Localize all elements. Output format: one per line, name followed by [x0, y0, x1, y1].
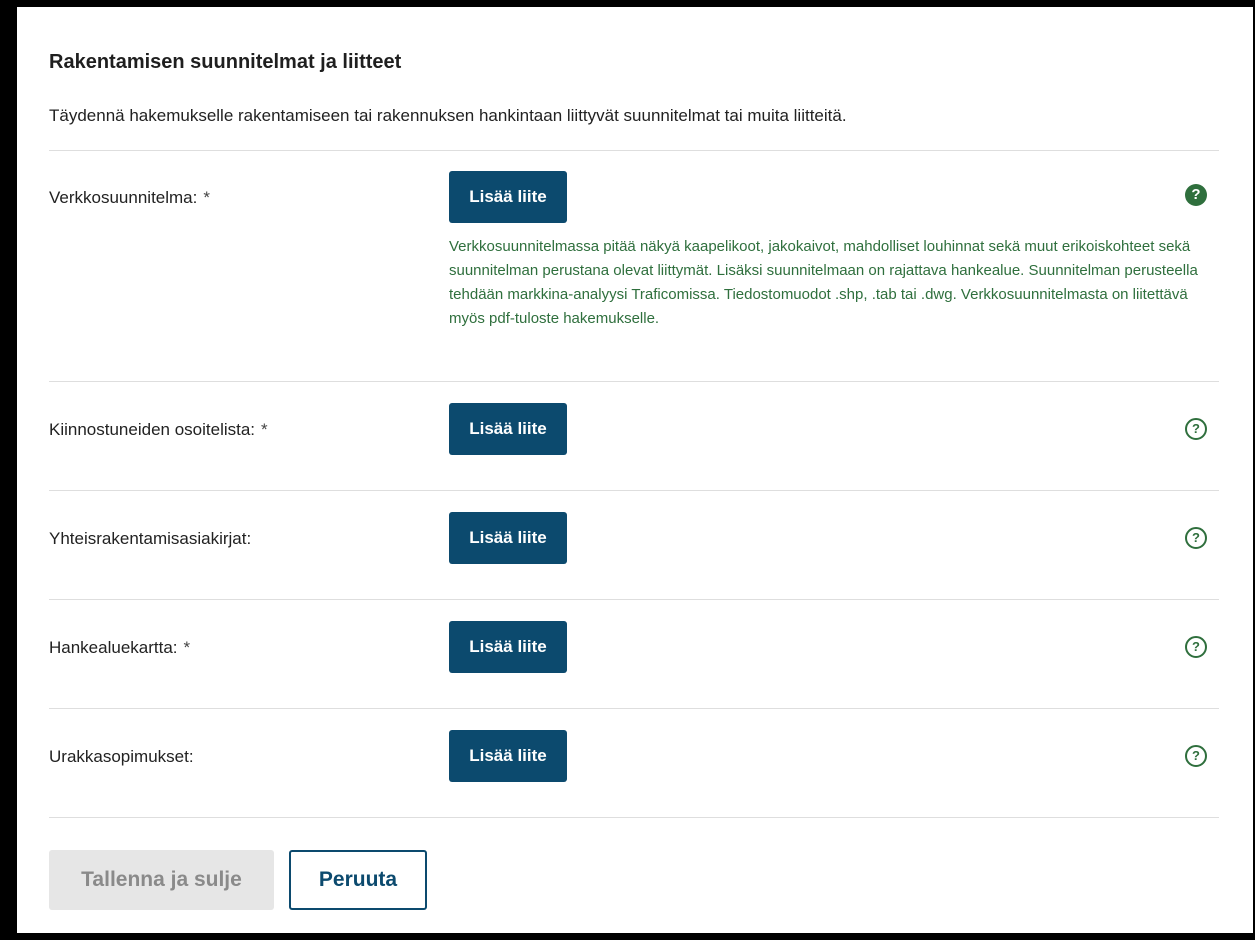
row-label-text: Urakkasopimukset:	[49, 747, 194, 766]
divider	[49, 150, 1219, 151]
row-label-text: Hankealuekartta:	[49, 638, 178, 657]
divider	[49, 599, 1219, 600]
divider	[49, 708, 1219, 709]
add-attachment-button-hankealuekartta[interactable]: Lisää liite	[449, 621, 567, 673]
required-mark: *	[203, 188, 210, 207]
row-label-text: Yhteisrakentamisasiakirjat:	[49, 529, 252, 548]
add-attachment-button-urakkasopimukset[interactable]: Lisää liite	[449, 730, 567, 782]
required-mark: *	[183, 638, 191, 657]
help-filled-icon[interactable]: ?	[1185, 184, 1207, 206]
attachments-panel: Rakentamisen suunnitelmat ja liitteet Tä…	[17, 7, 1253, 933]
row-label-verkkosuunnitelma: Verkkosuunnitelma: *	[49, 188, 210, 208]
section-title: Rakentamisen suunnitelmat ja liitteet	[49, 51, 402, 73]
required-mark: *	[261, 420, 268, 439]
section-intro: Täydennä hakemukselle rakentamiseen tai …	[49, 106, 847, 125]
add-attachment-button-yhteisrakentamisasiakirjat[interactable]: Lisää liite	[449, 512, 567, 564]
help-text-verkkosuunnitelma: Verkkosuunnitelmassa pitää näkyä kaapeli…	[449, 238, 1198, 327]
divider	[49, 381, 1219, 382]
row-label-urakkasopimukset: Urakkasopimukset:	[49, 747, 194, 767]
help-outline-icon[interactable]: ?	[1185, 745, 1207, 767]
row-label-text: Kiinnostuneiden osoitelista:	[49, 420, 256, 439]
add-attachment-button-kiinnostuneiden-osoitelista[interactable]: Lisää liite	[449, 403, 567, 455]
save-and-close-button[interactable]: Tallenna ja sulje	[49, 850, 274, 910]
row-label-hankealuekartta: Hankealuekartta: *	[49, 638, 190, 658]
help-outline-icon[interactable]: ?	[1185, 636, 1207, 658]
row-label-text: Verkkosuunnitelma:	[49, 188, 198, 207]
help-outline-icon[interactable]: ?	[1185, 418, 1207, 440]
row-label-yhteisrakentamisasiakirjat: Yhteisrakentamisasiakirjat:	[49, 529, 251, 549]
add-attachment-button-verkkosuunnitelma[interactable]: Lisää liite	[449, 171, 567, 223]
divider	[49, 490, 1219, 491]
divider	[49, 817, 1219, 818]
help-outline-icon[interactable]: ?	[1185, 527, 1207, 549]
cancel-button[interactable]: Peruuta	[289, 850, 427, 910]
row-label-kiinnostuneiden-osoitelista: Kiinnostuneiden osoitelista: *	[49, 420, 268, 440]
